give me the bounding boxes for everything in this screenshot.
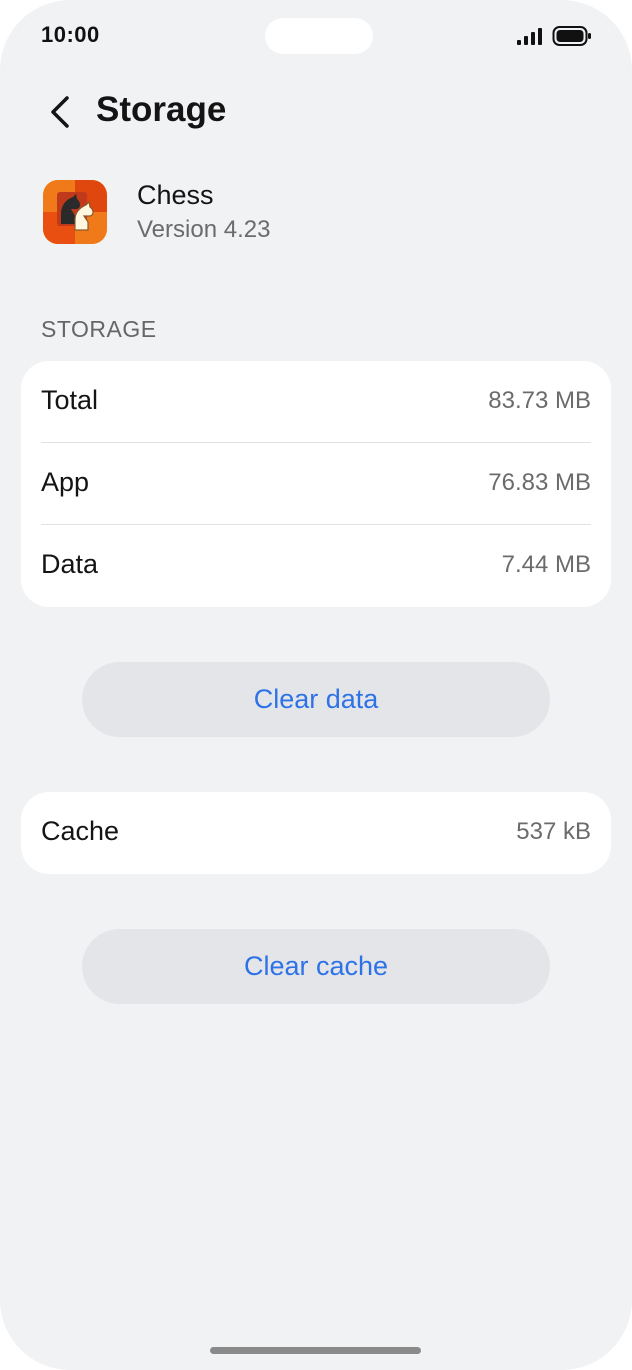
clear-cache-button[interactable]: Clear cache: [82, 929, 550, 1004]
row-label: Cache: [41, 816, 120, 846]
row-label: Data: [41, 549, 99, 579]
home-indicator[interactable]: [210, 1347, 421, 1354]
signal-icon: [517, 28, 542, 45]
back-button[interactable]: [40, 92, 84, 136]
chess-app-icon: [43, 180, 107, 244]
status-bar: 10:00: [0, 0, 632, 72]
page-title: Storage: [96, 90, 227, 129]
battery-icon: [552, 26, 591, 46]
dynamic-island: [265, 18, 373, 54]
app-info: Chess Version 4.23: [0, 176, 632, 256]
row-value: 7.44 MB: [501, 551, 591, 578]
section-title-storage: STORAGE: [41, 316, 157, 342]
clear-data-button[interactable]: Clear data: [82, 662, 550, 737]
storage-row-total: Total 83.73 MB: [21, 361, 611, 443]
storage-card: Total 83.73 MB App 76.83 MB Data 7.44 MB: [21, 361, 611, 607]
row-value: 76.83 MB: [488, 469, 591, 496]
app-version: Version 4.23: [137, 216, 271, 243]
chevron-left-icon: [51, 96, 69, 128]
row-value: 83.73 MB: [488, 387, 591, 414]
row-label: App: [41, 467, 90, 497]
phone-screen: 10:00 Storage Chess Version 4.23 STORAGE…: [0, 0, 632, 1370]
storage-row-data: Data 7.44 MB: [21, 525, 611, 607]
header: Storage: [0, 80, 632, 146]
cache-row: Cache 537 kB: [21, 792, 611, 874]
status-time: 10:00: [41, 22, 100, 47]
row-value: 537 kB: [516, 818, 591, 845]
app-name: Chess: [137, 180, 214, 210]
storage-row-app: App 76.83 MB: [21, 443, 611, 525]
cache-card: Cache 537 kB: [21, 792, 611, 874]
row-label: Total: [41, 385, 99, 415]
